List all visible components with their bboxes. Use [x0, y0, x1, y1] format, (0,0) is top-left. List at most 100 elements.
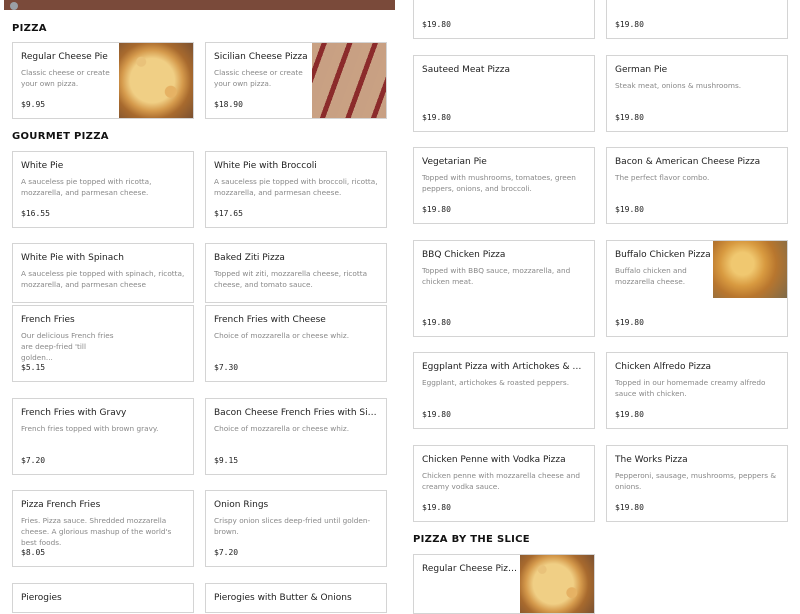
menu-item-white-pie[interactable]: White Pie A sauceless pie topped with ri…: [12, 151, 194, 228]
item-description: Choice of mozzarella or cheese whiz.: [214, 424, 350, 433]
item-name: German Pie: [615, 65, 668, 75]
item-description: The perfect flavor combo.: [615, 173, 710, 182]
item-price: $19.80: [422, 113, 451, 122]
item-price: $16.55: [21, 209, 50, 218]
pizza-image: [119, 43, 193, 118]
item-price: $18.90: [214, 100, 243, 109]
menu-item-french-fries-cheese[interactable]: French Fries with Cheese Choice of mozza…: [205, 305, 387, 382]
item-description: Fries. Pizza sauce. Shredded mozzarella …: [21, 516, 172, 547]
item-name: Pierogies with Butter & Onions: [214, 593, 352, 603]
menu-item-vegetarian-pie[interactable]: Vegetarian Pie Topped with mushrooms, to…: [413, 147, 595, 224]
item-price: $19.80: [615, 318, 644, 327]
menu-item-sauteed-meat-pizza[interactable]: Sauteed Meat Pizza $19.80: [413, 55, 595, 132]
section-title-pizza-by-the-slice: PIZZA BY THE SLICE: [413, 534, 530, 545]
item-price: $17.65: [214, 209, 243, 218]
item-description: Topped wit ziti, mozzarella cheese, rico…: [214, 269, 368, 289]
item-description: Topped with mushrooms, tomatoes, green p…: [422, 173, 576, 193]
item-description: Classic cheese or create your own pizza.: [21, 68, 110, 88]
item-price: $19.80: [422, 205, 451, 214]
item-price: $19.80: [422, 20, 451, 29]
item-price: $19.80: [615, 503, 644, 512]
item-description: A sauceless pie topped with ricotta, moz…: [21, 177, 152, 197]
menu-item-bacon-cheese-fries[interactable]: Bacon Cheese French Fries with Side of..…: [205, 398, 387, 475]
item-name: White Pie with Spinach: [21, 253, 124, 263]
menu-item-the-works-pizza[interactable]: The Works Pizza Pepperoni, sausage, mush…: [606, 445, 788, 522]
item-name: French Fries: [21, 315, 75, 325]
item-description: Classic cheese or create your own pizza.: [214, 68, 303, 88]
item-price: $19.80: [422, 410, 451, 419]
item-name: Chicken Penne with Vodka Pizza: [422, 455, 566, 465]
menu-item-pierogies[interactable]: Pierogies: [12, 583, 194, 613]
item-name: Pierogies: [21, 593, 62, 603]
item-price: $7.30: [214, 363, 239, 372]
pizza-image: [520, 555, 594, 613]
menu-item-regular-cheese-pie[interactable]: Regular Cheese Pie Classic cheese or cre…: [12, 42, 194, 119]
item-name: Onion Rings: [214, 500, 269, 510]
pizza-image: [713, 241, 787, 298]
item-price: $19.80: [615, 205, 644, 214]
item-name: Vegetarian Pie: [422, 157, 487, 167]
item-price: $5.15: [21, 363, 46, 372]
item-price: $7.20: [21, 456, 46, 465]
item-price: $9.95: [21, 100, 46, 109]
menu-item-buffalo-chicken-pizza[interactable]: Buffalo Chicken Pizza Buffalo chicken an…: [606, 240, 788, 337]
item-name: Bacon Cheese French Fries with Side of..…: [214, 408, 379, 418]
menu-item-baked-ziti-pizza[interactable]: Baked Ziti Pizza Topped wit ziti, mozzar…: [205, 243, 387, 303]
menu-item-french-fries-gravy[interactable]: French Fries with Gravy French fries top…: [12, 398, 194, 475]
item-name: French Fries with Gravy: [21, 408, 127, 418]
menu-item-sicilian-cheese-pizza[interactable]: Sicilian Cheese Pizza Classic cheese or …: [205, 42, 387, 119]
section-title-gourmet-pizza: GOURMET PIZZA: [12, 131, 109, 142]
item-description: Choice of mozzarella or cheese whiz.: [214, 331, 350, 340]
item-price: $19.80: [615, 410, 644, 419]
item-price: $19.80: [422, 318, 451, 327]
menu-item-french-fries[interactable]: French Fries Our delicious French fries …: [12, 305, 194, 382]
menu-item-white-pie-broccoli[interactable]: White Pie with Broccoli A sauceless pie …: [205, 151, 387, 228]
item-description: A sauceless pie topped with broccoli, ri…: [214, 177, 378, 197]
item-price: $19.80: [422, 503, 451, 512]
item-description: Topped with BBQ sauce, mozzarella, and c…: [422, 266, 571, 286]
menu-item-eggplant-pizza[interactable]: Eggplant Pizza with Artichokes & Roasted…: [413, 352, 595, 429]
item-name: BBQ Chicken Pizza: [422, 250, 506, 260]
menu-item-bbq-chicken-pizza[interactable]: BBQ Chicken Pizza Topped with BBQ sauce,…: [413, 240, 595, 337]
menu-item-pizza-french-fries[interactable]: Pizza French Fries Fries. Pizza sauce. S…: [12, 490, 194, 567]
item-price: $7.20: [214, 548, 239, 557]
item-name: Eggplant Pizza with Artichokes & Roasted…: [422, 362, 587, 372]
item-description: Steak meat, onions & mushrooms.: [615, 81, 742, 90]
item-name: Chicken Alfredo Pizza: [615, 362, 712, 372]
item-price: $19.80: [615, 20, 644, 29]
menu-item-onion-rings[interactable]: Onion Rings Crispy onion slices deep-fri…: [205, 490, 387, 567]
item-description: Eggplant, artichokes & roasted peppers.: [422, 378, 570, 387]
menu-item-partial-top-right[interactable]: $19.80: [606, 0, 788, 39]
menu-item-german-pie[interactable]: German Pie Steak meat, onions & mushroom…: [606, 55, 788, 132]
item-name: Regular Cheese Pie: [21, 52, 108, 62]
menu-item-partial-top-left[interactable]: $19.80: [413, 0, 595, 39]
item-name: Regular Cheese Pizza...: [422, 564, 518, 574]
item-description: Buffalo chicken and mozzarella cheese.: [615, 266, 687, 286]
item-price: $9.15: [214, 456, 239, 465]
item-description: Crispy onion slices deep-fried until gol…: [214, 516, 371, 536]
item-name: Sicilian Cheese Pizza: [214, 52, 308, 62]
menu-item-bacon-american-cheese-pizza[interactable]: Bacon & American Cheese Pizza The perfec…: [606, 147, 788, 224]
menu-item-white-pie-spinach[interactable]: White Pie with Spinach A sauceless pie t…: [12, 243, 194, 303]
item-description: Our delicious French fries are deep-frie…: [21, 331, 114, 362]
item-description: Topped in our homemade creamy alfredo sa…: [615, 378, 766, 398]
item-name: White Pie with Broccoli: [214, 161, 317, 171]
item-description: French fries topped with brown gravy.: [21, 424, 159, 433]
menu-item-regular-cheese-pizza-slice[interactable]: Regular Cheese Pizza...: [413, 554, 595, 614]
item-name: Bacon & American Cheese Pizza: [615, 157, 761, 167]
item-name: Pizza French Fries: [21, 500, 101, 510]
item-price: $19.80: [615, 113, 644, 122]
item-name: Baked Ziti Pizza: [214, 253, 285, 263]
item-name: Sauteed Meat Pizza: [422, 65, 511, 75]
item-name: French Fries with Cheese: [214, 315, 326, 325]
section-title-pizza: PIZZA: [12, 23, 47, 34]
slider-dot-icon[interactable]: [10, 2, 18, 10]
menu-item-chicken-alfredo-pizza[interactable]: Chicken Alfredo Pizza Topped in our home…: [606, 352, 788, 429]
hero-image: [4, 0, 395, 10]
menu-item-pierogies-butter-onions[interactable]: Pierogies with Butter & Onions: [205, 583, 387, 613]
item-price: $8.05: [21, 548, 46, 557]
item-name: White Pie: [21, 161, 64, 171]
menu-item-chicken-penne-vodka-pizza[interactable]: Chicken Penne with Vodka Pizza Chicken p…: [413, 445, 595, 522]
pizza-image: [312, 43, 386, 118]
item-description: Chicken penne with mozzarella cheese and…: [422, 471, 580, 491]
